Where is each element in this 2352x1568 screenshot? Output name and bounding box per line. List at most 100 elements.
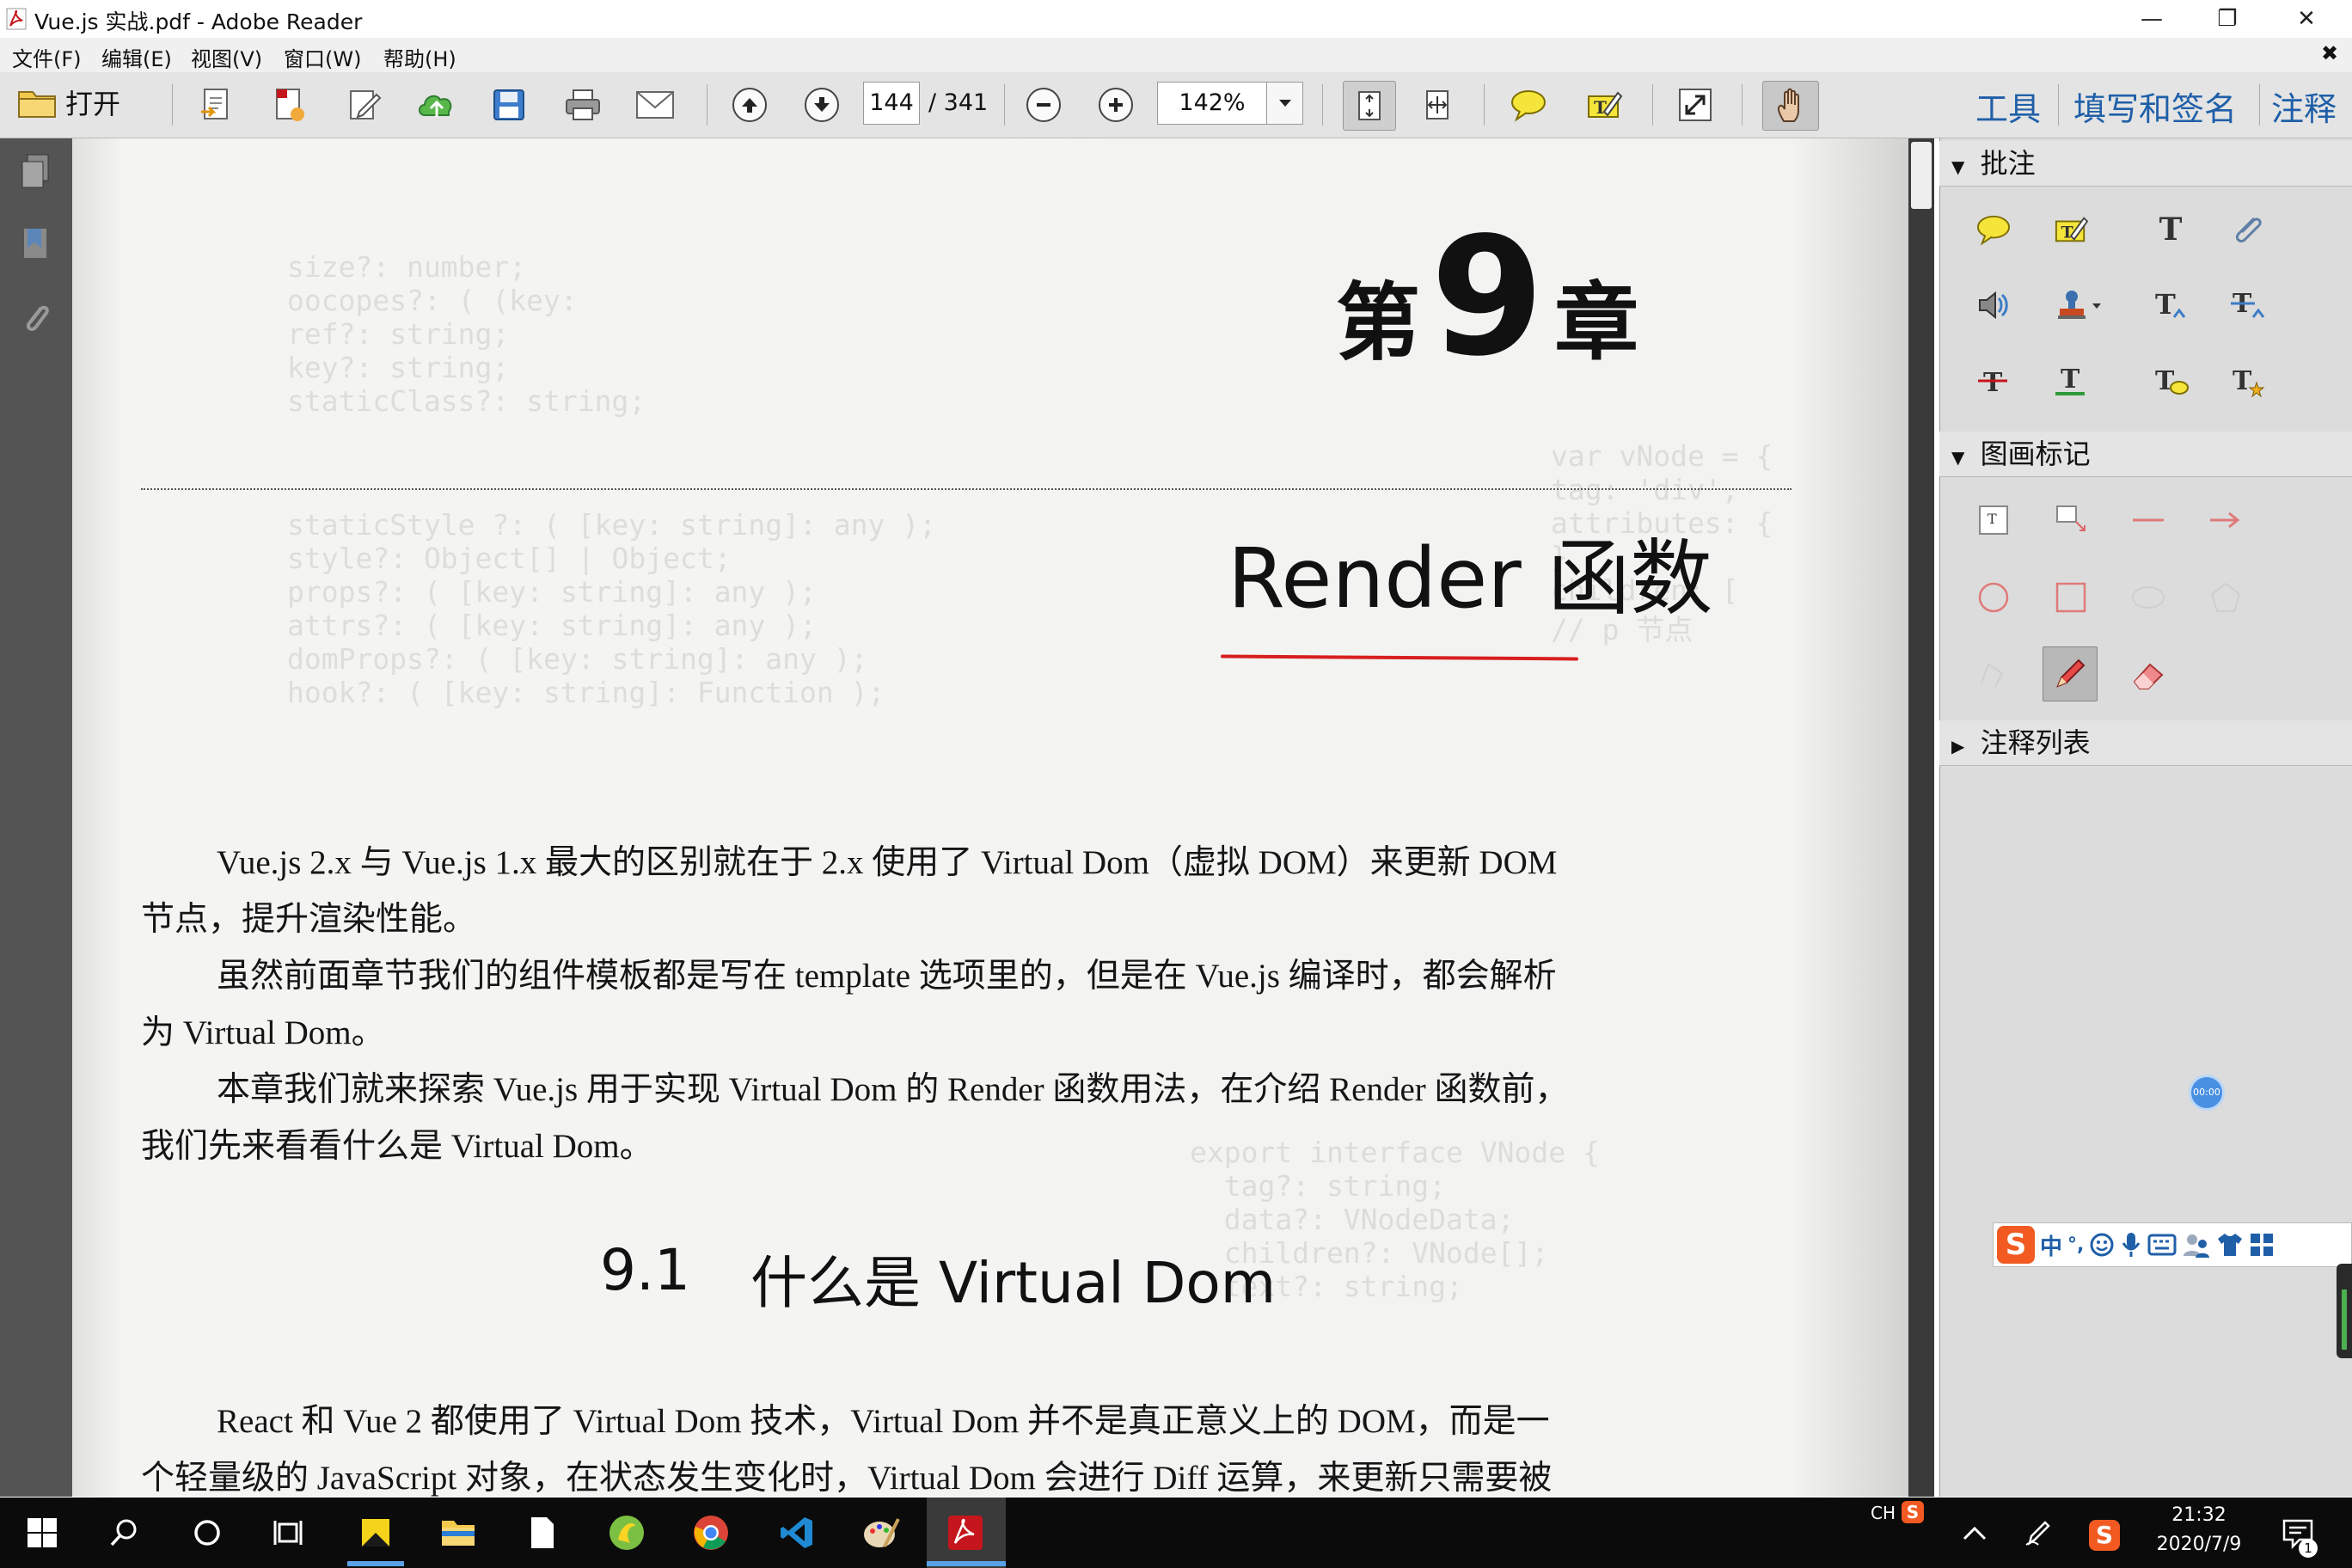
menu-view[interactable]: 视图(V) — [191, 42, 262, 72]
oval-tool[interactable] — [1969, 573, 2018, 622]
taskbar-document-app[interactable] — [518, 1508, 567, 1558]
menu-help[interactable]: 帮助(H) — [383, 42, 456, 72]
underline-tool[interactable]: T — [2046, 356, 2096, 406]
minimize-button[interactable]: — — [2115, 0, 2189, 38]
cloud-tool[interactable] — [2123, 573, 2173, 622]
taskbar-app-green[interactable] — [602, 1508, 652, 1558]
fit-width-button[interactable] — [1415, 83, 1460, 127]
red-underline-annotation[interactable] — [1220, 654, 1579, 661]
replace-text-tool[interactable]: T — [2223, 280, 2273, 330]
add-note-to-text-tool[interactable]: T — [2146, 356, 2196, 406]
section-heading: 9.1 什么是 Virtual Dom — [600, 1237, 1276, 1320]
highlight-tool[interactable]: T — [2046, 205, 2096, 254]
taskbar-adobe-reader[interactable] — [940, 1508, 990, 1558]
document-viewport[interactable]: size?: number; oocopes?: ( (key: ref?: s… — [72, 138, 1908, 1497]
text-tool[interactable]: T — [2146, 205, 2196, 254]
sticky-note-tool[interactable] — [1969, 205, 2018, 254]
toolbox-grid-icon[interactable] — [2249, 1232, 2275, 1258]
attach-file-tool[interactable] — [2223, 205, 2273, 254]
create-pdf-button[interactable] — [194, 83, 239, 127]
fit-page-button[interactable] — [1343, 81, 1396, 131]
volume-meter-widget[interactable] — [2337, 1264, 2352, 1358]
add-sticky-note-button[interactable] — [1506, 83, 1551, 127]
close-button[interactable]: ✕ — [2269, 0, 2343, 38]
taskbar-app-sticky[interactable] — [351, 1508, 401, 1558]
comment-tab[interactable]: 注释 — [2271, 83, 2337, 130]
line-tool[interactable] — [2123, 495, 2173, 545]
page-number-input[interactable]: 144 — [863, 82, 920, 125]
sogou-tray-icon[interactable]: S — [1902, 1501, 1924, 1523]
menu-edit[interactable]: 编辑(E) — [101, 42, 172, 72]
zoom-in-button[interactable] — [1093, 83, 1138, 127]
vscode-icon — [781, 1517, 812, 1548]
users-icon[interactable] — [2182, 1232, 2211, 1258]
vertical-scrollbar[interactable] — [1908, 138, 1934, 1497]
annotations-section-header[interactable]: ▼ 批注 — [1939, 141, 2352, 187]
zoom-input[interactable]: 142% — [1157, 82, 1267, 125]
rectangle-tool[interactable] — [2046, 573, 2096, 622]
email-button[interactable] — [633, 83, 677, 127]
record-audio-tool[interactable] — [1969, 280, 2018, 330]
attachments-button[interactable] — [21, 299, 52, 340]
emoji-icon[interactable] — [2089, 1232, 2115, 1258]
ime-punctuation-toggle[interactable]: °, — [2067, 1234, 2084, 1256]
insert-text-tool[interactable]: T — [2146, 280, 2196, 330]
search-button[interactable] — [100, 1508, 150, 1558]
show-hidden-icons-button[interactable] — [1950, 1508, 2000, 1558]
page-thumbnails-button[interactable] — [19, 153, 53, 194]
bookmarks-button[interactable] — [21, 225, 52, 266]
upload-button[interactable] — [414, 83, 459, 127]
sogou-input-icon[interactable]: S — [2089, 1520, 2120, 1551]
comment-list-section-header[interactable]: ▶ 注释列表 — [1939, 720, 2352, 766]
text-callout-tool[interactable]: T — [2223, 356, 2273, 406]
ime-mode-toggle[interactable]: 中 — [2040, 1229, 2062, 1261]
microphone-icon[interactable] — [2120, 1231, 2142, 1259]
text-box-tool[interactable]: T — [1969, 495, 2018, 545]
pencil-tool[interactable] — [2043, 646, 2098, 701]
restore-button[interactable]: ❐ — [2190, 0, 2264, 38]
menu-file[interactable]: 文件(F) — [12, 42, 82, 72]
full-screen-button[interactable] — [1673, 83, 1718, 127]
drawing-markup-section-header[interactable]: ▼ 图画标记 — [1939, 432, 2352, 477]
export-pdf-button[interactable] — [266, 83, 311, 127]
start-button[interactable] — [17, 1508, 67, 1558]
language-indicator[interactable]: CH — [1871, 1503, 1896, 1523]
save-button[interactable] — [487, 83, 531, 127]
previous-page-button[interactable] — [727, 83, 772, 127]
polygon-tool[interactable] — [2201, 573, 2251, 622]
tools-tab[interactable]: 工具 — [1975, 83, 2041, 130]
zoom-out-button[interactable] — [1021, 83, 1066, 127]
edit-pdf-button[interactable] — [342, 83, 387, 127]
zoom-dropdown-button[interactable] — [1267, 82, 1303, 125]
clock-time[interactable]: 21:32 — [2147, 1504, 2251, 1526]
clock-date[interactable]: 2020/7/9 — [2147, 1534, 2251, 1555]
next-page-button[interactable] — [799, 83, 844, 127]
taskbar-paint-app[interactable] — [856, 1508, 906, 1558]
scrollbar-thumb[interactable] — [1911, 142, 1932, 209]
cortana-button[interactable] — [182, 1508, 232, 1558]
arrow-tool[interactable] — [2201, 495, 2251, 545]
keyboard-icon[interactable] — [2147, 1234, 2177, 1256]
skin-shirt-icon[interactable] — [2216, 1232, 2244, 1258]
taskbar-chrome[interactable] — [686, 1508, 736, 1558]
connected-lines-tool[interactable] — [1969, 650, 2018, 700]
timer-badge[interactable]: 00:00 — [2189, 1075, 2225, 1111]
doc-close-button[interactable]: ✖ — [2321, 41, 2338, 65]
stamp-tool[interactable] — [2046, 280, 2115, 330]
taskbar-vscode[interactable] — [772, 1508, 822, 1558]
sogou-logo-icon[interactable]: S — [1997, 1226, 2035, 1264]
print-button[interactable] — [560, 83, 605, 127]
page-total: / 341 — [928, 89, 989, 116]
hand-tool-button[interactable] — [1762, 81, 1819, 131]
eraser-tool[interactable] — [2123, 650, 2173, 700]
fill-sign-tab[interactable]: 填写和签名 — [2073, 83, 2237, 130]
underline-icon: T — [2055, 364, 2085, 395]
open-button[interactable]: 打开 — [17, 83, 120, 122]
pen-workspace-button[interactable] — [2013, 1508, 2063, 1558]
callout-tool[interactable] — [2046, 495, 2096, 545]
task-view-button[interactable] — [263, 1508, 313, 1558]
strikethrough-tool[interactable]: T — [1969, 356, 2018, 406]
taskbar-file-explorer[interactable] — [433, 1508, 483, 1558]
highlight-text-button[interactable]: T — [1582, 83, 1626, 127]
menu-window[interactable]: 窗口(W) — [284, 42, 361, 72]
